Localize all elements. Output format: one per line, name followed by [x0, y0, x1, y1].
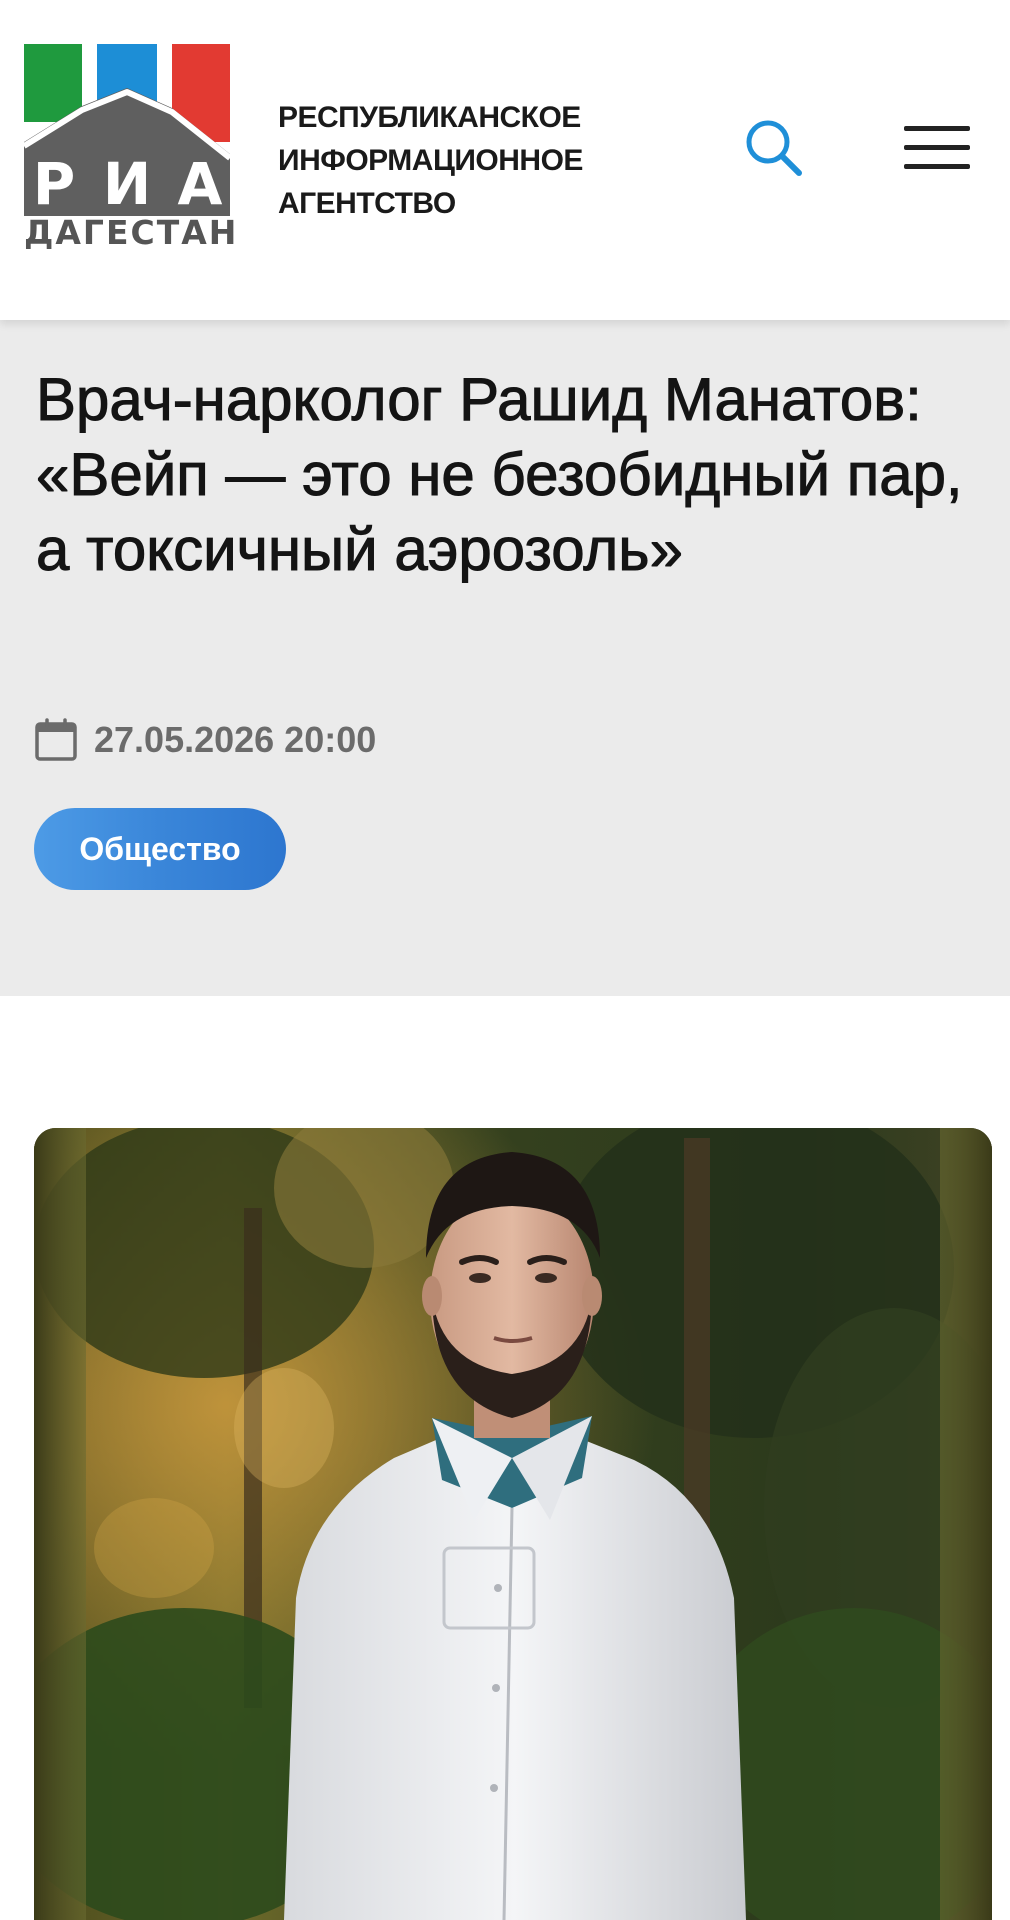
logo-letter-i: И	[103, 150, 152, 216]
article-header: Врач-нарколог Рашид Манатов: «Вейп — это…	[0, 320, 1010, 996]
menu-bar	[904, 126, 970, 131]
calendar-icon	[35, 718, 77, 761]
hamburger-menu-icon[interactable]	[904, 122, 972, 172]
logo-letter-a: А	[178, 150, 223, 216]
logo-green-bar	[24, 44, 82, 122]
category-tag[interactable]: Общество	[34, 808, 286, 890]
search-button[interactable]	[744, 118, 806, 180]
article-title: Врач-нарколог Рашид Манатов: «Вейп — это…	[36, 366, 964, 584]
menu-bar	[904, 145, 970, 150]
article-date-row: 27.05.2026 20:00	[34, 718, 376, 762]
ria-dagestan-logo[interactable]: Р И А ДАГЕСТАН	[24, 44, 239, 256]
agency-name-line-1: РЕСПУБЛИКАНСКОЕ	[278, 101, 581, 134]
menu-bar	[904, 164, 970, 169]
agency-name-line-3: АГЕНТСТВО	[278, 187, 456, 220]
logo-word: ДАГЕСТАН	[24, 213, 239, 252]
portrait-photo	[34, 1128, 992, 1920]
agency-name-line-2: ИНФОРМАЦИОННОЕ	[278, 144, 583, 177]
agency-name: РЕСПУБЛИКАНСКОЕ ИНФОРМАЦИОННОЕ АГЕНТСТВО	[278, 96, 618, 225]
search-icon	[746, 120, 802, 176]
logo-emblem: Р И А	[24, 44, 230, 216]
site-header: Р И А ДАГЕСТАН РЕСПУБЛИКАНСКОЕ ИНФОРМАЦИ…	[0, 0, 1010, 320]
article-date: 27.05.2026 20:00	[94, 719, 377, 760]
logo-letter-r: Р	[33, 150, 76, 216]
article-photo	[34, 1128, 992, 1920]
